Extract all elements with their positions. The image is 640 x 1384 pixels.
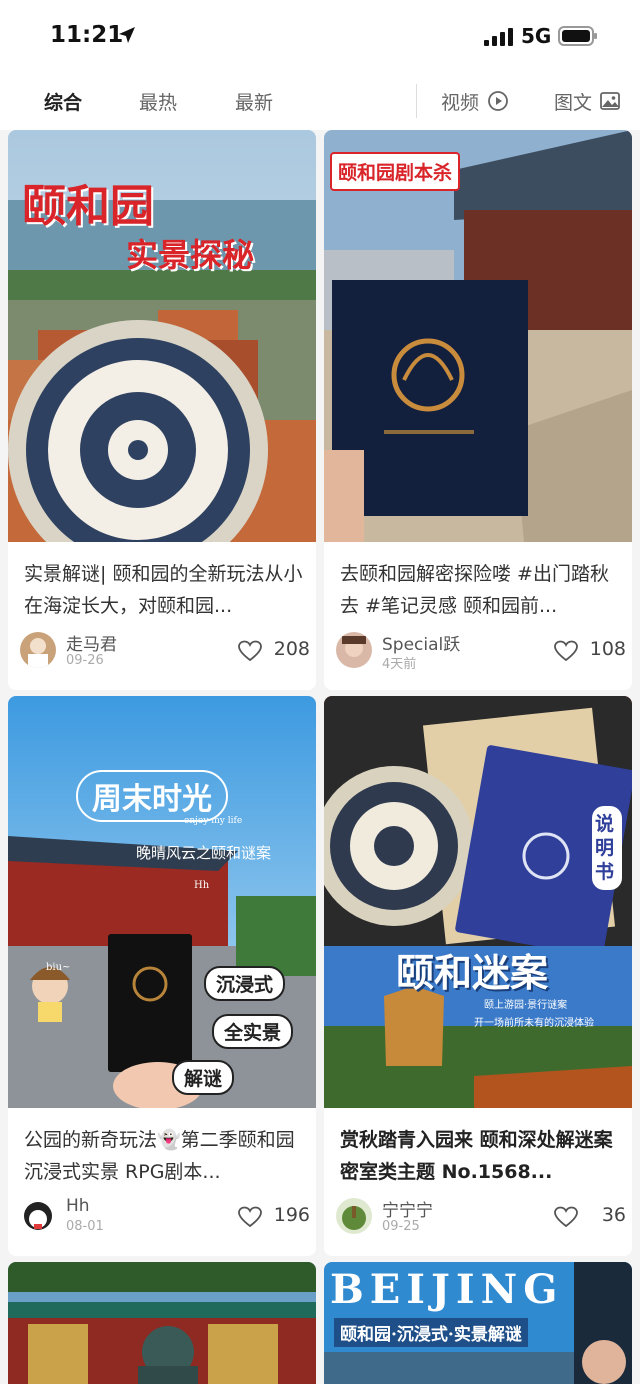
note-card[interactable]: 颐和园剧本杀 去颐和园解密探险喽 #出门踏秋去 #笔记灵感 颐和园前... Sp… bbox=[324, 130, 632, 690]
note-footer: 走马君 09-26 208 bbox=[20, 630, 310, 674]
cover-caption: enjoy my life bbox=[184, 816, 243, 826]
heart-icon[interactable] bbox=[554, 1206, 578, 1228]
note-card[interactable]: 颐和园 实景探秘 实景解谜| 颐和园的全新玩法从小在海淀长大，对颐和园... 走… bbox=[8, 130, 316, 690]
tab-hottest[interactable]: 最热 bbox=[139, 88, 177, 115]
cover-caption: 开一场前所未有的沉浸体验 bbox=[474, 1018, 594, 1029]
tab-divider bbox=[416, 84, 417, 118]
filter-tab-bar: 综合 最热 最新 视频 图文 bbox=[0, 72, 640, 130]
note-cover-image[interactable]: 颐和园剧本杀 bbox=[324, 130, 632, 542]
tab-video[interactable]: 视频 bbox=[441, 88, 479, 115]
author-name[interactable]: Hh bbox=[66, 1196, 90, 1216]
status-bar: 11:21 5G bbox=[0, 0, 640, 72]
note-title[interactable]: 去颐和园解密探险喽 #出门踏秋去 #笔记灵感 颐和园前... bbox=[340, 558, 620, 622]
cover-subtitle: 颐上游园·景行谜案 bbox=[484, 1000, 568, 1011]
note-cover-image[interactable]: 颐和园 实景探秘 bbox=[8, 130, 316, 542]
cover-tag: 沉浸式 bbox=[204, 966, 286, 1001]
cover-title: 周末时光 bbox=[76, 770, 228, 822]
note-cover-image[interactable]: 周末时光 enjoy my life 晚晴风云之颐和谜案 Hh biu~ 沉浸式… bbox=[8, 696, 316, 1108]
cover-tag: 解谜 bbox=[172, 1060, 235, 1095]
cover-title: 颐和园 bbox=[22, 181, 154, 232]
battery-icon bbox=[558, 26, 597, 46]
avatar[interactable] bbox=[336, 632, 372, 668]
signal-icon bbox=[484, 28, 513, 46]
like-count: 108 bbox=[589, 638, 626, 660]
author-name[interactable]: 走马君 bbox=[66, 630, 117, 655]
like-count: 208 bbox=[273, 638, 310, 660]
post-date: 08-01 bbox=[66, 1219, 104, 1234]
avatar[interactable] bbox=[20, 632, 56, 668]
tab-comprehensive[interactable]: 综合 bbox=[44, 88, 82, 115]
note-cover-image[interactable]: 颐和迷案 说明书 颐上游园·景行谜案 开一场前所未有的沉浸体验 bbox=[324, 696, 632, 1108]
play-circle-icon[interactable] bbox=[487, 90, 509, 112]
like-count: 36 bbox=[601, 1204, 626, 1226]
post-date: 4天前 bbox=[382, 657, 417, 672]
heart-icon[interactable] bbox=[554, 640, 578, 662]
note-title[interactable]: 赏秋踏青入园来 颐和深处解迷案 密室类主题 No.1568... bbox=[340, 1124, 620, 1188]
network-type: 5G bbox=[521, 24, 552, 48]
note-cover-image[interactable]: BEIJING 颐和园·沉浸式·实景解谜 bbox=[324, 1262, 632, 1384]
cover-booklet-label: 说明书 bbox=[592, 806, 622, 890]
note-card[interactable]: 颐和迷案 说明书 颐上游园·景行谜案 开一场前所未有的沉浸体验 赏秋踏青入园来 … bbox=[324, 696, 632, 1256]
cover-subtitle: 晚晴风云之颐和谜案 bbox=[136, 844, 272, 862]
cover-tag: 颐和园剧本杀 bbox=[330, 152, 461, 191]
avatar[interactable] bbox=[336, 1198, 372, 1234]
cover-title: BEIJING bbox=[330, 1266, 564, 1313]
note-footer: Special跃 4天前 108 bbox=[336, 630, 626, 674]
author-name[interactable]: 宁宁宁 bbox=[382, 1196, 433, 1221]
heart-icon[interactable] bbox=[238, 640, 262, 662]
avatar[interactable] bbox=[20, 1198, 56, 1234]
cover-tag: 全实景 bbox=[212, 1014, 294, 1049]
note-card[interactable] bbox=[8, 1262, 316, 1384]
author-name[interactable]: Special跃 bbox=[382, 630, 460, 655]
note-card[interactable]: 周末时光 enjoy my life 晚晴风云之颐和谜案 Hh biu~ 沉浸式… bbox=[8, 696, 316, 1256]
cover-subtitle: 实景探秘 bbox=[126, 236, 255, 274]
tab-newest[interactable]: 最新 bbox=[235, 88, 273, 115]
heart-icon[interactable] bbox=[238, 1206, 262, 1228]
post-date: 09-25 bbox=[382, 1219, 420, 1234]
note-cover-image[interactable] bbox=[8, 1262, 316, 1384]
status-time: 11:21 bbox=[50, 22, 124, 48]
cover-handle: Hh bbox=[194, 880, 210, 891]
like-count: 196 bbox=[273, 1204, 310, 1226]
note-footer: Hh 08-01 196 bbox=[20, 1196, 310, 1240]
note-title[interactable]: 公园的新奇玩法👻第二季颐和园 沉浸式实景 RPG剧本... bbox=[24, 1124, 304, 1188]
cover-title: 颐和迷案 bbox=[396, 950, 549, 995]
note-title[interactable]: 实景解谜| 颐和园的全新玩法从小在海淀长大，对颐和园... bbox=[24, 558, 304, 622]
tab-image-text[interactable]: 图文 bbox=[554, 88, 592, 115]
image-icon[interactable] bbox=[599, 90, 621, 112]
note-card[interactable]: BEIJING 颐和园·沉浸式·实景解谜 bbox=[324, 1262, 632, 1384]
note-footer: 宁宁宁 09-25 36 bbox=[336, 1196, 626, 1240]
cover-subtitle: 颐和园·沉浸式·实景解谜 bbox=[334, 1318, 528, 1347]
cover-doodle: biu~ bbox=[46, 962, 71, 973]
post-date: 09-26 bbox=[66, 653, 104, 668]
location-arrow-icon bbox=[119, 27, 135, 43]
